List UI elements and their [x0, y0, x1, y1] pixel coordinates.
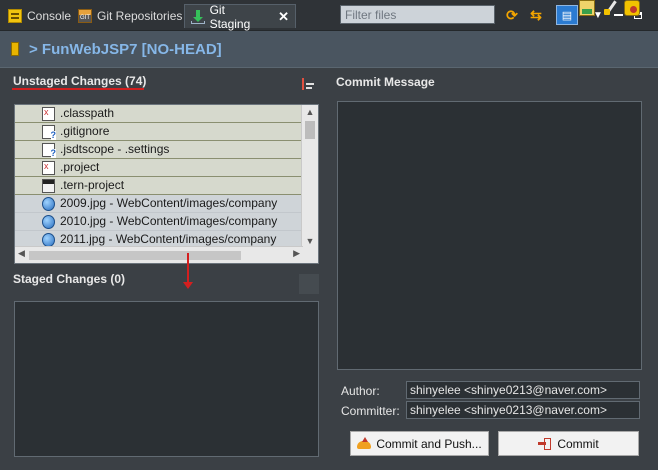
repository-title: > FunWebJSP7 [NO-HEAD] — [29, 40, 222, 58]
tern-file-icon — [42, 179, 55, 193]
file-name: .tern-project — [60, 178, 125, 192]
sort-icon[interactable] — [302, 77, 318, 91]
sign-off-icon[interactable] — [603, 0, 619, 16]
author-field[interactable] — [406, 381, 640, 399]
committer-label: Committer: — [341, 404, 400, 418]
file-name: 2009.jpg - WebContent/images/company — [60, 196, 278, 210]
tab-git-repositories[interactable]: Git Repositories — [72, 4, 188, 28]
author-label: Author: — [341, 384, 380, 398]
refresh-icon[interactable]: ⟳ — [502, 5, 522, 25]
amend-commit-icon[interactable] — [579, 0, 595, 16]
file-name: 2011.jpg - WebContent/images/company — [60, 232, 277, 246]
filter-files-input[interactable] — [340, 5, 495, 24]
list-item[interactable]: 2009.jpg - WebContent/images/company — [15, 195, 303, 213]
commit-icon — [538, 437, 552, 451]
tab-git-staging-label: Git Staging — [209, 2, 251, 31]
file-name: .project — [60, 160, 100, 174]
repository-header: > FunWebJSP7 [NO-HEAD] — [0, 31, 658, 68]
scroll-up-icon[interactable]: ▲ — [302, 107, 318, 117]
list-item[interactable]: .jsdtscope - .settings — [15, 141, 303, 159]
commit-and-push-button[interactable]: Commit and Push... — [350, 431, 489, 456]
xml-file-icon — [42, 161, 55, 175]
scrollbar-thumb[interactable] — [305, 121, 315, 139]
untracked-file-icon — [42, 143, 56, 158]
xml-file-icon — [42, 107, 55, 121]
layout-icon[interactable]: ▤ — [556, 5, 578, 25]
close-tab-icon[interactable]: ✕ — [278, 9, 289, 25]
annotation-underline — [12, 88, 144, 90]
list-item[interactable]: .tern-project — [15, 177, 303, 195]
staged-changes-title: Staged Changes (0) — [13, 272, 126, 286]
image-file-icon — [42, 215, 55, 229]
scroll-left-icon[interactable]: ◀ — [18, 248, 25, 259]
image-file-icon — [42, 233, 55, 247]
annotation-arrow — [183, 253, 193, 289]
repository-icon — [11, 42, 19, 56]
commit-message-input[interactable] — [337, 101, 642, 370]
tab-console-label: Console — [27, 9, 72, 23]
push-icon — [357, 436, 372, 451]
unstaged-file-list[interactable]: .classpath .gitignore .jsdtscope - .sett… — [14, 104, 319, 264]
tab-git-repositories-label: Git Repositories — [97, 9, 183, 23]
swap-icon[interactable]: ⇆ — [526, 5, 546, 25]
vertical-scrollbar[interactable]: ▲ ▼ — [301, 105, 318, 248]
git-repositories-icon — [78, 9, 92, 23]
list-item[interactable]: .gitignore — [15, 123, 303, 141]
file-name: .gitignore — [60, 124, 110, 138]
commit-button[interactable]: Commit — [498, 431, 639, 456]
scrollbar-corner — [302, 247, 318, 263]
image-file-icon — [42, 197, 55, 211]
unstaged-changes-title: Unstaged Changes (74) — [13, 74, 147, 88]
file-name: .classpath — [60, 106, 115, 120]
commit-label: Commit — [557, 436, 599, 451]
tab-console[interactable]: Console — [2, 4, 77, 28]
scrollbar-thumb[interactable] — [29, 251, 241, 260]
untracked-file-icon — [42, 125, 56, 140]
scroll-right-icon[interactable]: ▶ — [293, 248, 300, 259]
tab-git-staging[interactable]: Git Staging ✕ — [184, 2, 296, 31]
commit-and-push-label: Commit and Push... — [376, 436, 482, 451]
list-item[interactable]: 2010.jpg - WebContent/images/company — [15, 213, 303, 231]
view-tab-bar: Console Git Repositories Git Staging ✕ ⟳… — [0, 0, 658, 31]
staged-file-list[interactable] — [14, 301, 319, 457]
list-item[interactable]: .classpath — [15, 105, 303, 123]
commit-message-title: Commit Message — [336, 75, 435, 89]
file-name: .jsdtscope - .settings — [60, 142, 170, 156]
add-change-id-icon[interactable] — [624, 0, 640, 16]
horizontal-scrollbar[interactable]: ◀ ▶ — [15, 246, 303, 263]
file-name: 2010.jpg - WebContent/images/company — [60, 214, 278, 228]
list-item[interactable]: .project — [15, 159, 303, 177]
staged-toolbar-placeholder — [299, 274, 319, 294]
scroll-down-icon[interactable]: ▼ — [302, 236, 318, 246]
git-staging-icon — [191, 9, 205, 24]
committer-field[interactable] — [406, 401, 640, 419]
console-icon — [8, 9, 22, 23]
